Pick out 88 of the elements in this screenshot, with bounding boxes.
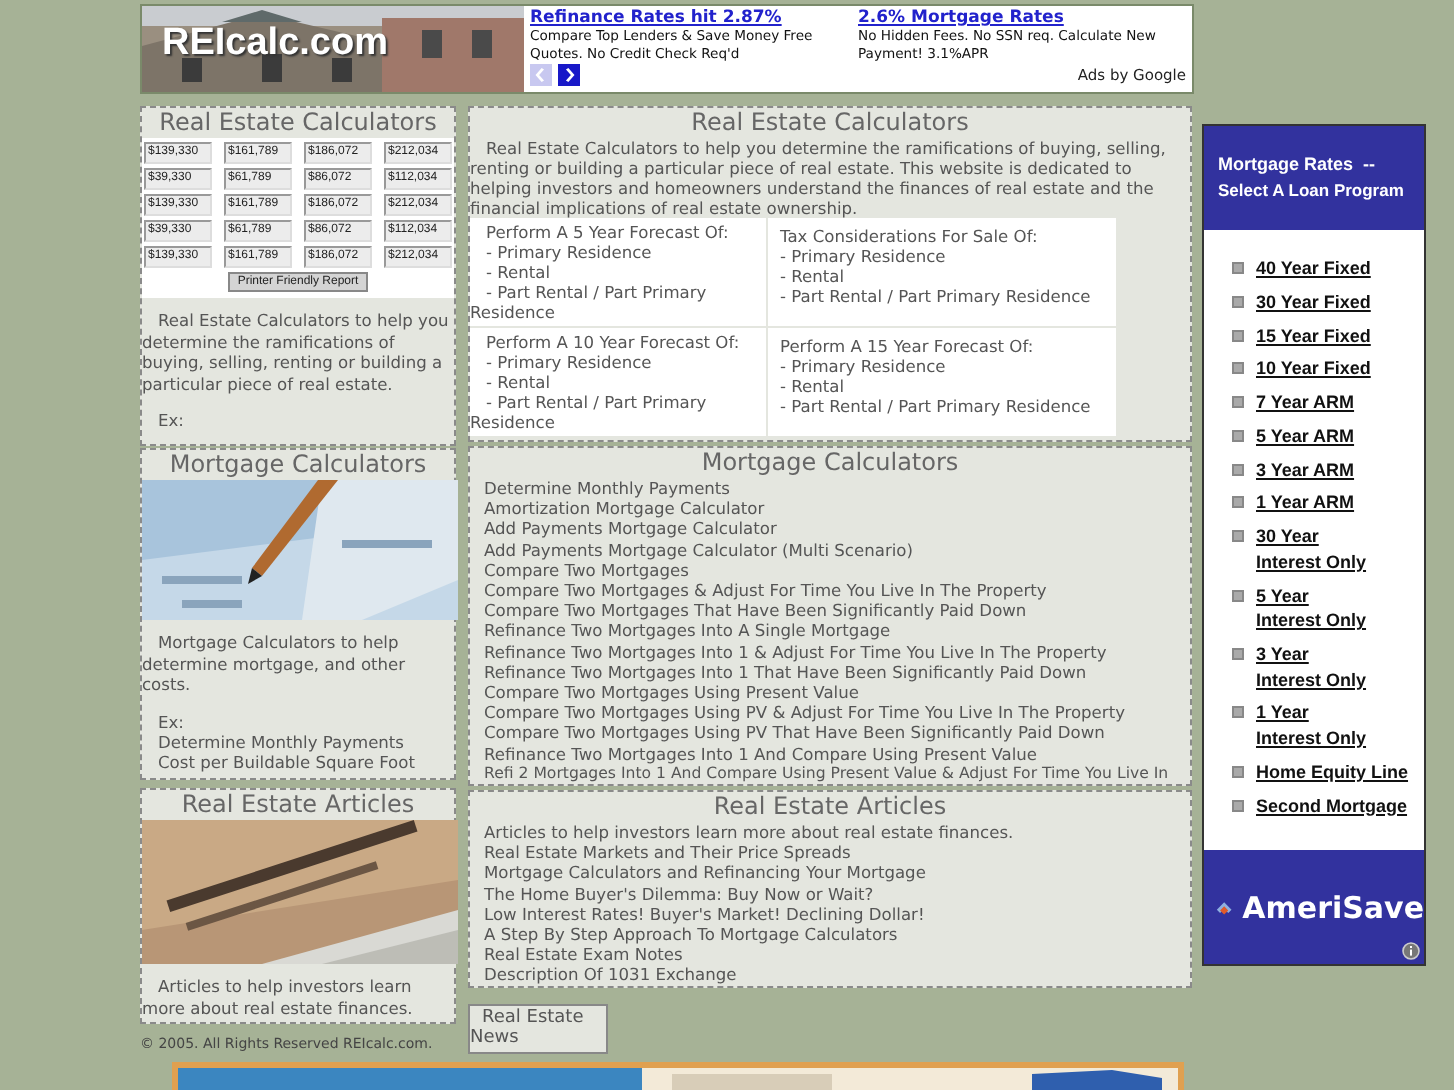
description: Articles to help investors learn more about real estate finances. xyxy=(482,822,1016,843)
calculator-link[interactable]: - Rental xyxy=(768,266,1116,286)
bullet-icon xyxy=(1232,262,1244,274)
ad-link[interactable]: 2.6% Mortgage Rates xyxy=(858,8,1186,28)
section-title: Real Estate Calculators xyxy=(689,108,971,138)
section-title: Real Estate Articles xyxy=(179,790,417,820)
calculator-link[interactable]: Compare Two Mortgages Using Present Value xyxy=(470,682,1190,703)
bullet-icon xyxy=(1232,648,1244,660)
calculator-link[interactable]: Refinance Two Mortgages Into 1 That Have Been Significantly Paid Down xyxy=(470,661,1190,683)
calculator-link[interactable]: - Rental xyxy=(470,262,766,282)
loan-program-link[interactable]: 15 Year Fixed xyxy=(1256,323,1371,349)
loan-program-link[interactable]: Home Equity Line xyxy=(1256,759,1409,785)
loan-program-link[interactable]: 3 Year Interest Only xyxy=(1256,642,1367,693)
loan-program-link[interactable]: Second Mortgage xyxy=(1256,793,1408,819)
loan-program-link[interactable]: 1 Year Interest Only xyxy=(1256,700,1367,752)
article-link[interactable]: Description Of 1031 Exchange xyxy=(470,964,1190,986)
calculator-link[interactable]: - Rental xyxy=(768,376,1116,396)
widget-subtitle: Select A Loan Program xyxy=(1218,178,1406,202)
calculator-heading[interactable]: Perform A 10 Year Forecast Of: xyxy=(470,332,766,352)
calculator-link[interactable]: - Primary Residence xyxy=(470,242,766,262)
bullet-icon xyxy=(1232,329,1244,342)
example-label: Ex: xyxy=(156,711,186,731)
loan-program-link[interactable]: 5 Year Interest Only xyxy=(1256,583,1367,634)
calculator-link[interactable]: Compare Two Mortgages Using PV That Have Been Significantly Paid Down xyxy=(470,722,1190,744)
article-link[interactable]: The Home Buyer's Dilemma: Buy Now or Wait? xyxy=(470,883,1190,904)
loan-program-link[interactable]: 5 Year ARM xyxy=(1256,423,1355,449)
description: Articles to help investors learn more about real estate finances. xyxy=(142,976,415,1018)
bullet-icon xyxy=(1232,706,1244,719)
bullet-icon xyxy=(1232,396,1244,409)
calculator-link[interactable]: Add Payments Mortgage Calculator (Multi Scenario) xyxy=(470,539,1190,560)
calculator-link[interactable]: Refinance Two Mortgages Into A Single Mortgage xyxy=(470,620,1190,642)
calculator-link[interactable]: Add Payments Mortgage Calculator xyxy=(470,518,1190,540)
calculator-link[interactable]: - Part Rental / Part Primary Residence xyxy=(470,282,766,322)
bullet-icon xyxy=(1232,362,1244,375)
ad-link[interactable]: Refinance Rates hit 2.87% xyxy=(530,8,858,28)
description: Real Estate Calculators to help you determine the ramifications of buying, selling, renting or building a particular piece of real estate. xyxy=(142,310,451,394)
bullet-icon xyxy=(1232,589,1244,602)
section-title: Mortgage Calculators xyxy=(699,448,961,478)
article-link[interactable]: Mortgage Calculators and Refinancing Your Mortgage xyxy=(470,862,1190,884)
calculator-link[interactable]: Refinance Two Mortgages Into 1 & Adjust For Time You Live In The Property xyxy=(470,641,1190,662)
article-link[interactable]: Real Estate Markets and Their Price Spreads xyxy=(470,842,1190,863)
bullet-icon xyxy=(1232,530,1244,543)
bullet-icon xyxy=(1232,765,1244,778)
calculator-link[interactable]: Compare Two Mortgages xyxy=(470,559,1190,581)
loan-program-link[interactable]: 1 Year ARM xyxy=(1256,490,1355,517)
calculator-link[interactable]: - Rental xyxy=(470,372,766,392)
section-title: Real Estate Calculators xyxy=(157,108,439,138)
loan-program-link[interactable]: 7 Year ARM xyxy=(1256,390,1355,416)
loan-program-link[interactable]: 30 Year Interest Only xyxy=(1256,524,1367,575)
calculator-link[interactable]: - Primary Residence xyxy=(768,356,1116,376)
example-item: Determine Monthly Payments xyxy=(156,731,407,752)
calculator-link[interactable]: Compare Two Mortgages That Have Been Significantly Paid Down xyxy=(470,600,1190,621)
calculator-link[interactable]: - Part Rental / Part Primary Residence xyxy=(470,392,766,432)
loan-program-link[interactable]: 30 Year Fixed xyxy=(1256,289,1371,315)
calculator-link[interactable]: - Primary Residence xyxy=(470,352,766,372)
calculator-link[interactable]: Refinance Two Mortgages Into 1 And Compare Using Present Value xyxy=(470,743,1190,764)
calculator-heading[interactable]: Tax Considerations For Sale Of: xyxy=(768,226,1116,246)
calculator-link[interactable]: - Primary Residence xyxy=(768,246,1116,266)
calculator-link[interactable]: - Part Rental / Part Primary Residence xyxy=(768,286,1116,306)
section-title: Mortgage Calculators xyxy=(167,450,429,480)
loan-program-link[interactable]: 10 Year Fixed xyxy=(1256,356,1371,382)
widget-title: Mortgage Rates -- xyxy=(1218,152,1378,178)
calculator-link[interactable]: Amortization Mortgage Calculator xyxy=(470,498,1190,519)
info-icon[interactable] xyxy=(1402,942,1420,960)
article-link[interactable]: Real Estate Exam Notes xyxy=(470,944,1190,965)
description: Mortgage Calculators to help determine mortgage, and other costs. xyxy=(142,632,408,695)
example-label: Ex: xyxy=(156,410,186,430)
news-button[interactable]: Real Estate News xyxy=(468,1003,608,1054)
bullet-icon xyxy=(1232,463,1244,476)
description: Real Estate Calculators to help you determine the ramifications of buying, selling, renting or building a particular piece of real estate. This website is dedicated to helping investors and homeowners understand the finances of real estate and the financial implications of real estate ownership. xyxy=(470,138,1168,218)
loan-program-link[interactable]: 40 Year Fixed xyxy=(1256,256,1371,282)
bullet-icon xyxy=(1232,429,1244,442)
bullet-icon xyxy=(1232,295,1244,308)
brand-name[interactable]: AmeriSave xyxy=(1242,889,1424,925)
article-link[interactable]: A Step By Step Approach To Mortgage Calculators xyxy=(470,924,1190,945)
site-logo[interactable]: REIcalc.com xyxy=(162,22,388,66)
example-item: Cost per Buildable Square Foot xyxy=(156,752,417,773)
calculator-link[interactable]: Determine Monthly Payments xyxy=(470,478,1190,499)
loan-program-link[interactable]: 3 Year ARM xyxy=(1256,457,1355,483)
bullet-icon xyxy=(1232,496,1244,509)
calculator-link[interactable]: Compare Two Mortgages Using PV & Adjust For Time You Live In The Property xyxy=(470,702,1190,723)
bullet-icon xyxy=(1232,799,1244,812)
article-link[interactable]: Low Interest Rates! Buyer's Market! Declining Dollar! xyxy=(470,903,1190,925)
calculator-link[interactable]: - Part Rental / Part Primary Residence xyxy=(768,396,1116,416)
calculator-heading[interactable]: Perform A 5 Year Forecast Of: xyxy=(470,222,766,242)
calculator-heading[interactable]: Perform A 15 Year Forecast Of: xyxy=(768,336,1116,356)
section-title: Real Estate Articles xyxy=(711,792,949,823)
calculator-link[interactable]: Compare Two Mortgages & Adjust For Time You Live In The Property xyxy=(470,580,1190,601)
